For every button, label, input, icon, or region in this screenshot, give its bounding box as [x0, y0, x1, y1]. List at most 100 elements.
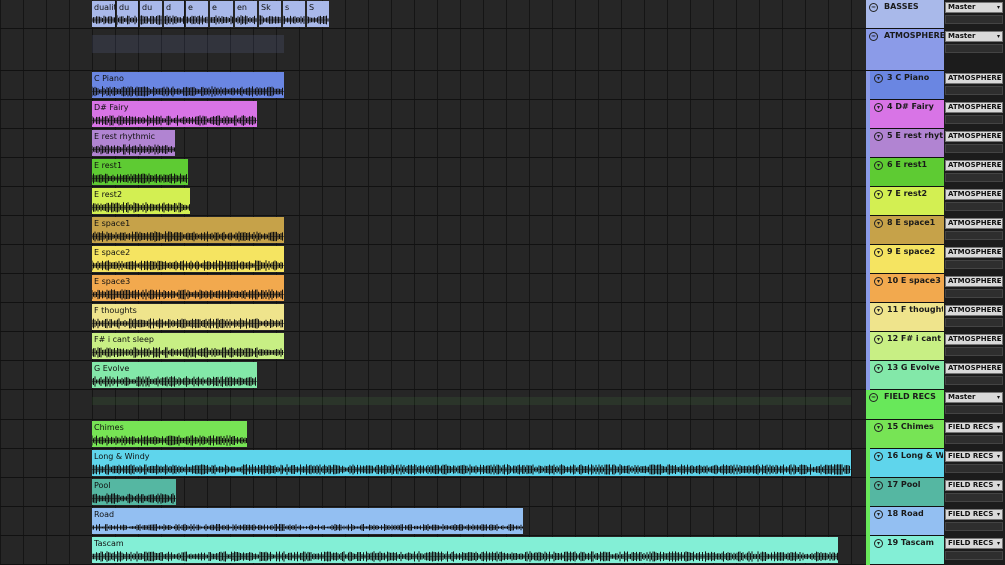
- output-routing[interactable]: ATMOSPHERES ▾: [945, 189, 1003, 214]
- chevron-down-icon[interactable]: ▾: [874, 103, 883, 112]
- output-routing[interactable]: FIELD RECS ▾: [945, 509, 1003, 534]
- chevron-down-icon[interactable]: ▾: [874, 452, 883, 461]
- chevron-down-icon[interactable]: ▾: [874, 277, 883, 286]
- output-routing[interactable]: ATMOSPHERES ▾: [945, 305, 1003, 330]
- audio-clip[interactable]: Tascam: [92, 537, 838, 563]
- track-header[interactable]: ▾ 19 Tascam: [870, 536, 944, 565]
- group-fold-icon[interactable]: ≈: [869, 393, 878, 402]
- chevron-down-icon[interactable]: ▾: [874, 364, 883, 373]
- group-track-header[interactable]: ≈ ATMOSPHERES: [866, 29, 944, 71]
- audio-clip[interactable]: E rest2: [92, 188, 190, 214]
- output-channel-select[interactable]: [945, 86, 1003, 95]
- audio-clip[interactable]: Chimes: [92, 421, 247, 447]
- group-fold-icon[interactable]: ≈: [869, 32, 878, 41]
- output-channel-select[interactable]: [945, 522, 1003, 531]
- audio-clip-small[interactable]: d: [164, 1, 184, 27]
- audio-clip[interactable]: E rest1: [92, 159, 188, 185]
- output-channel-select[interactable]: [945, 435, 1003, 444]
- output-routing-select[interactable]: ATMOSPHERES ▾: [945, 334, 1003, 345]
- output-routing-select[interactable]: FIELD RECS ▾: [945, 451, 1003, 462]
- audio-clip-small[interactable]: S: [307, 1, 329, 27]
- output-channel-select[interactable]: [945, 231, 1003, 240]
- chevron-down-icon[interactable]: ▾: [874, 423, 883, 432]
- track-header[interactable]: ▾ 10 E space3: [870, 274, 944, 303]
- audio-clip-small[interactable]: Sk: [259, 1, 281, 27]
- output-routing-select[interactable]: ATMOSPHERES ▾: [945, 247, 1003, 258]
- audio-clip[interactable]: Pool: [92, 479, 176, 505]
- track-header[interactable]: ▾ 15 Chimes: [870, 420, 944, 449]
- audio-clip-small[interactable]: du: [117, 1, 138, 27]
- output-routing[interactable]: FIELD RECS ▾: [945, 480, 1003, 505]
- track-header[interactable]: ▾ 12 F# i cant sleep: [870, 332, 944, 361]
- group-track-header[interactable]: ≈ FIELD RECS: [866, 390, 944, 420]
- audio-clip[interactable]: E rest rhythmic: [92, 130, 175, 156]
- track-header[interactable]: ▾ 5 E rest rhythmic: [870, 129, 944, 158]
- output-channel-select[interactable]: [945, 493, 1003, 502]
- audio-clip-small[interactable]: en: [235, 1, 257, 27]
- chevron-down-icon[interactable]: ▾: [874, 481, 883, 490]
- audio-clip[interactable]: E space3: [92, 275, 284, 301]
- output-channel-select[interactable]: [945, 202, 1003, 211]
- output-routing-select[interactable]: ATMOSPHERES ▾: [945, 276, 1003, 287]
- group-track-header[interactable]: ≈ BASSES: [866, 0, 944, 29]
- chevron-down-icon[interactable]: ▾: [874, 190, 883, 199]
- output-channel-select[interactable]: [945, 173, 1003, 182]
- audio-clip[interactable]: F thoughts: [92, 304, 284, 330]
- output-routing[interactable]: ATMOSPHERES ▾: [945, 131, 1003, 156]
- output-channel-select[interactable]: [945, 115, 1003, 124]
- output-routing[interactable]: ATMOSPHERES ▾: [945, 73, 1003, 98]
- chevron-down-icon[interactable]: ▾: [874, 219, 883, 228]
- track-header[interactable]: ▾ 3 C Piano: [870, 71, 944, 100]
- output-channel-select[interactable]: [945, 289, 1003, 298]
- track-header[interactable]: ▾ 8 E space1: [870, 216, 944, 245]
- chevron-down-icon[interactable]: ▾: [874, 248, 883, 257]
- track-header[interactable]: ▾ 11 F thoughts: [870, 303, 944, 332]
- chevron-down-icon[interactable]: ▾: [874, 510, 883, 519]
- output-routing[interactable]: ATMOSPHERES ▾: [945, 247, 1003, 272]
- output-routing-select[interactable]: FIELD RECS ▾: [945, 509, 1003, 520]
- audio-clip-small[interactable]: dualit: [92, 1, 115, 27]
- output-routing[interactable]: FIELD RECS ▾: [945, 538, 1003, 563]
- track-header[interactable]: ▾ 17 Pool: [870, 478, 944, 507]
- track-header[interactable]: ▾ 13 G Evolve: [870, 361, 944, 390]
- track-header[interactable]: ▾ 6 E rest1: [870, 158, 944, 187]
- output-routing[interactable]: ATMOSPHERES ▾: [945, 218, 1003, 243]
- audio-clip[interactable]: D# Fairy: [92, 101, 257, 127]
- track-header[interactable]: ▾ 7 E rest2: [870, 187, 944, 216]
- output-routing[interactable]: Master ▾: [945, 2, 1003, 27]
- chevron-down-icon[interactable]: ▾: [874, 335, 883, 344]
- chevron-down-icon[interactable]: ▾: [874, 132, 883, 141]
- audio-clip[interactable]: E space1: [92, 217, 284, 243]
- group-lane[interactable]: [0, 390, 866, 420]
- output-routing-select[interactable]: ATMOSPHERES ▾: [945, 363, 1003, 374]
- output-routing-select[interactable]: FIELD RECS ▾: [945, 538, 1003, 549]
- chevron-down-icon[interactable]: ▾: [874, 306, 883, 315]
- audio-clip-small[interactable]: e: [186, 1, 208, 27]
- audio-clip-small[interactable]: e: [210, 1, 233, 27]
- output-channel-select[interactable]: [945, 464, 1003, 473]
- output-routing-select[interactable]: ATMOSPHERES ▾: [945, 160, 1003, 171]
- audio-clip[interactable]: G Evolve: [92, 362, 257, 388]
- audio-clip[interactable]: E space2: [92, 246, 284, 272]
- output-channel-select[interactable]: [945, 15, 1003, 24]
- output-channel-select[interactable]: [945, 376, 1003, 385]
- output-channel-select[interactable]: [945, 405, 1003, 414]
- chevron-down-icon[interactable]: ▾: [874, 539, 883, 548]
- audio-clip[interactable]: C Piano: [92, 72, 284, 98]
- output-routing-select[interactable]: Master ▾: [945, 31, 1003, 42]
- output-routing[interactable]: ATMOSPHERES ▾: [945, 102, 1003, 127]
- track-header[interactable]: ▾ 18 Road: [870, 507, 944, 536]
- audio-clip[interactable]: Road: [92, 508, 523, 534]
- output-channel-select[interactable]: [945, 551, 1003, 560]
- audio-clip-small[interactable]: s: [283, 1, 305, 27]
- arrangement-view[interactable]: C Piano D# Fairy E rest rhythmic E rest1 E r…: [0, 0, 866, 565]
- output-routing[interactable]: FIELD RECS ▾: [945, 422, 1003, 447]
- chevron-down-icon[interactable]: ▾: [874, 161, 883, 170]
- output-channel-select[interactable]: [945, 44, 1003, 53]
- output-routing-select[interactable]: FIELD RECS ▾: [945, 480, 1003, 491]
- output-routing-select[interactable]: ATMOSPHERES ▾: [945, 305, 1003, 316]
- group-fold-icon[interactable]: ≈: [869, 3, 878, 12]
- output-routing-select[interactable]: ATMOSPHERES ▾: [945, 218, 1003, 229]
- output-routing[interactable]: Master ▾: [945, 31, 1003, 69]
- audio-clip-small[interactable]: du: [140, 1, 162, 27]
